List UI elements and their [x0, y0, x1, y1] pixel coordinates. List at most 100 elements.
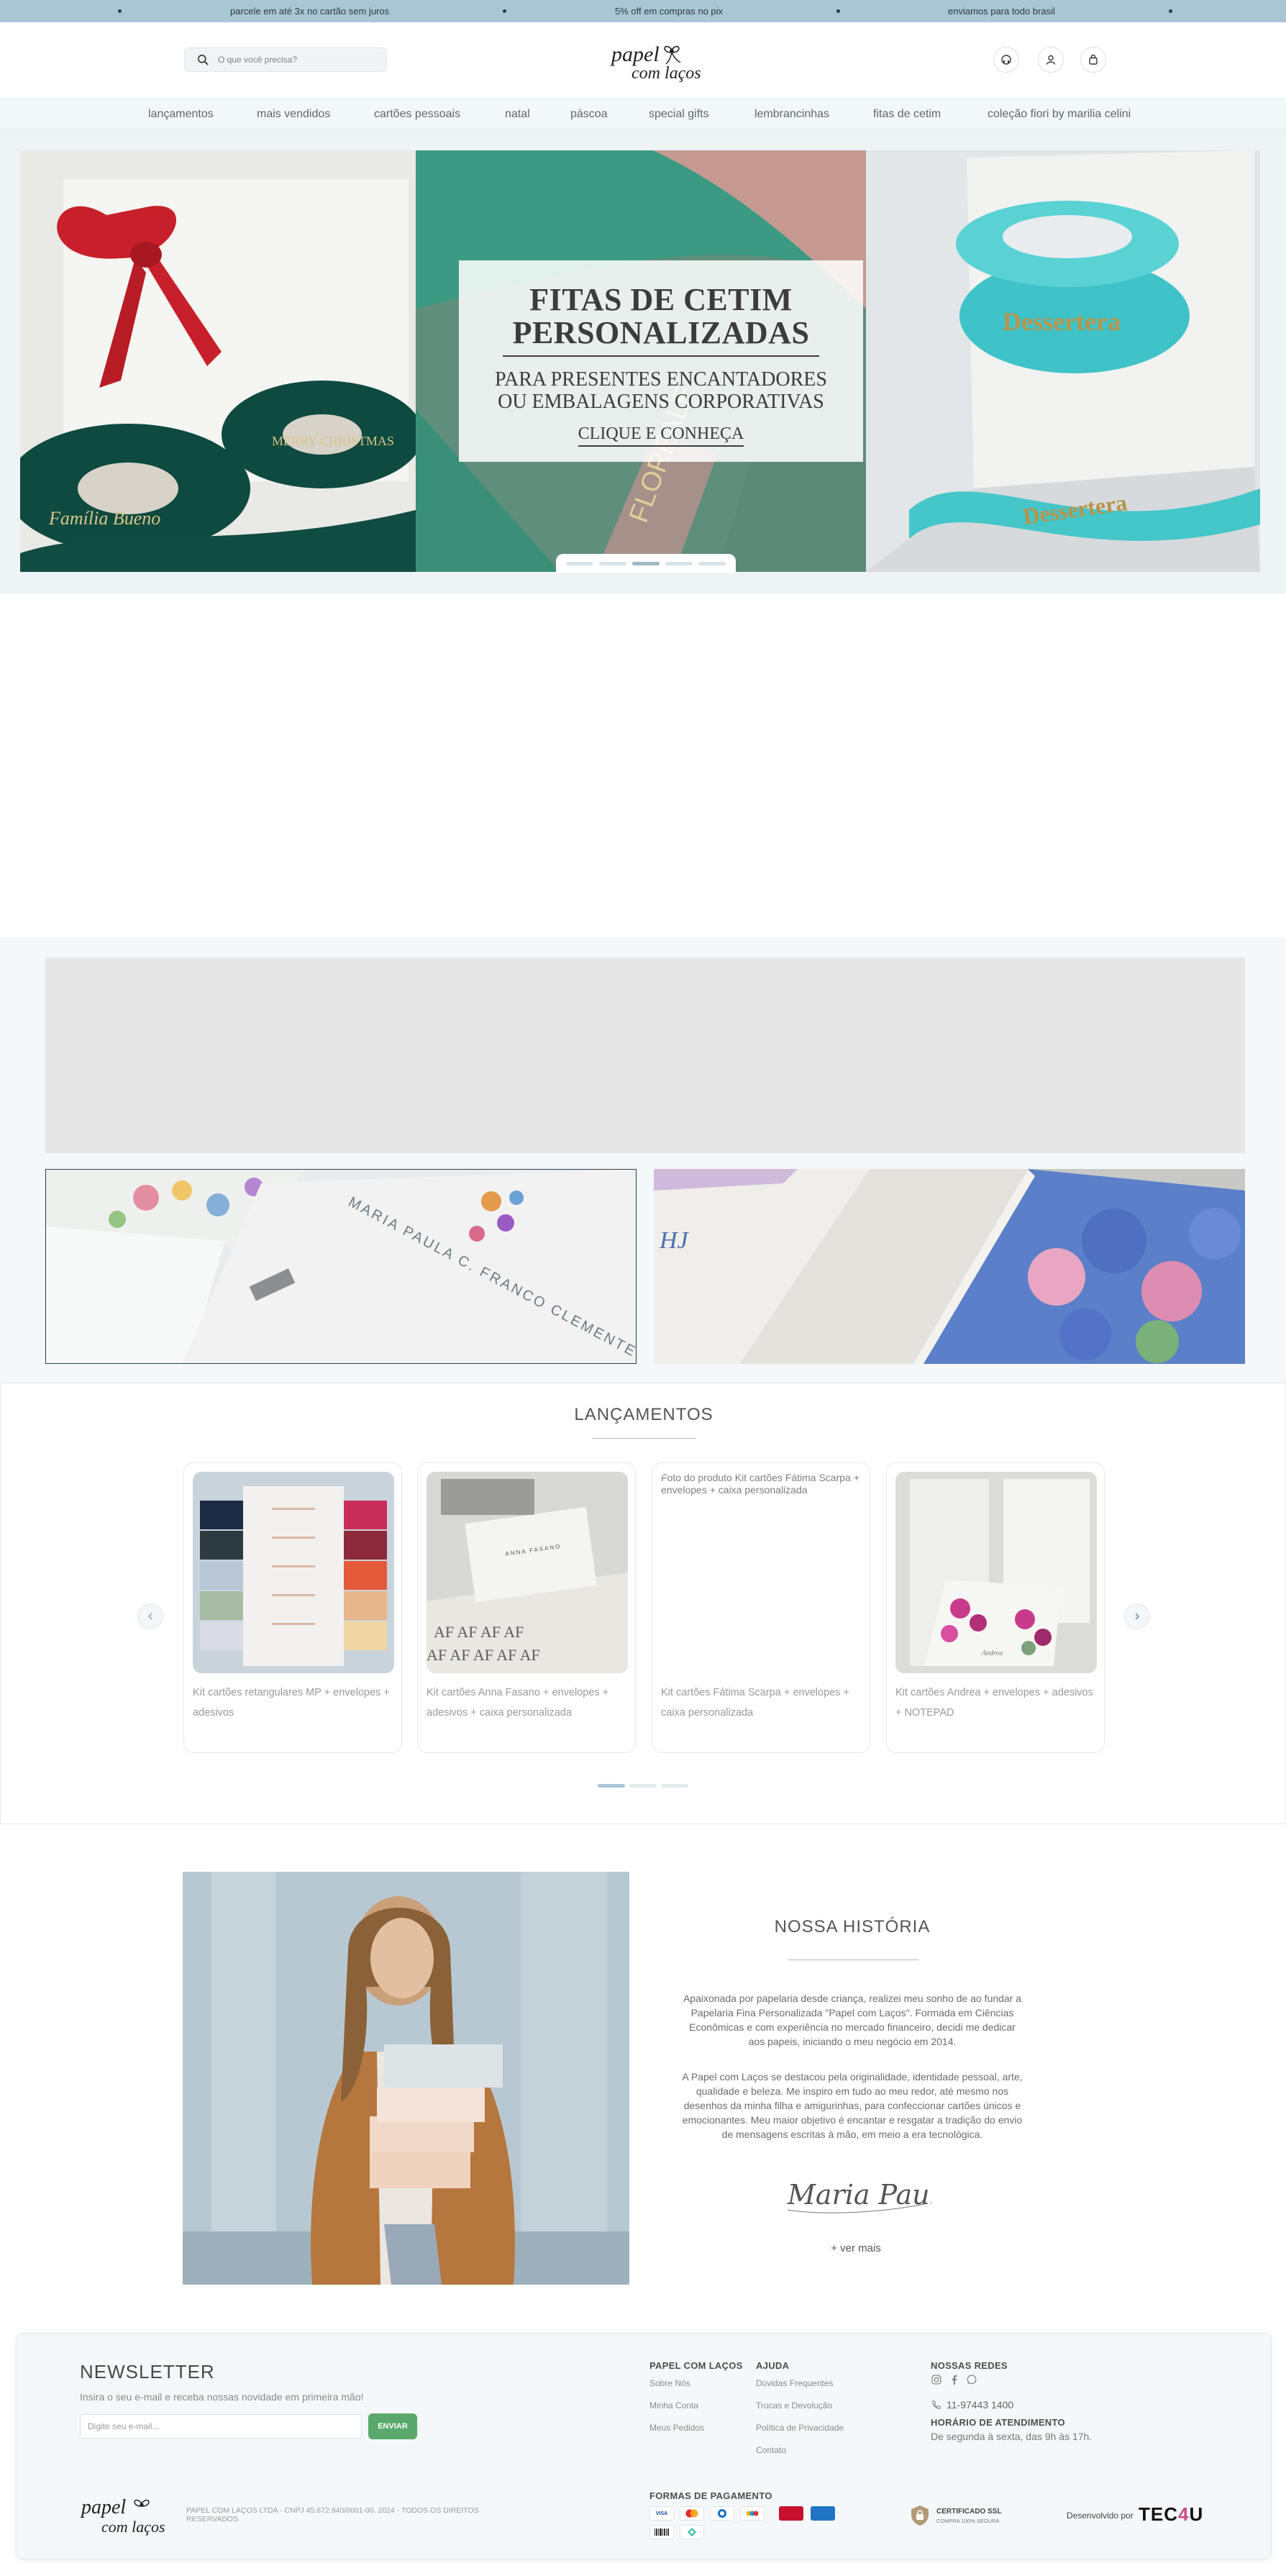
footer-phone[interactable]: 11-97443 1400	[947, 2399, 1013, 2411]
promo-bar: parcele em até 3x no cartão sem juros 5%…	[0, 0, 1286, 22]
developed-by-label: Desenvolvido por	[1067, 2511, 1134, 2521]
nav-item-lembrancinhas[interactable]: lembrancinhas	[754, 99, 829, 130]
logo[interactable]: papel com laços	[608, 37, 703, 84]
search-icon[interactable]	[197, 54, 209, 65]
site-footer: NEWSLETTER Insira o seu e-mail e receba …	[16, 2333, 1272, 2559]
bow-icon	[664, 45, 681, 65]
nav-item-pascoa[interactable]: páscoa	[570, 99, 608, 130]
product-image[interactable]: Andrea	[895, 1472, 1097, 1673]
product-name[interactable]: Kit cartões retangulares MP + envelopes …	[193, 1683, 397, 1723]
footer-payment-heading: FORMAS DE PAGAMENTO	[649, 2490, 772, 2501]
nav-item-fitas-de-cetim[interactable]: fitas de cetim	[873, 99, 941, 130]
product-card[interactable]: AF AF AF AF AF AF AF AF AF ANNA FASANO K…	[417, 1462, 636, 1753]
logo-mark: papel com laços	[610, 42, 701, 83]
nav-item-colecao-fiori[interactable]: coleção fiori by marilia celini	[988, 99, 1131, 130]
hero-cta-link[interactable]: CLIQUE E CONHEÇA	[578, 424, 744, 447]
footer-logo[interactable]: papel com laços	[80, 2492, 173, 2538]
svg-text:MERRY CHRISTMAS: MERRY CHRISTMAS	[272, 434, 394, 448]
facebook-icon[interactable]	[949, 2374, 960, 2385]
hero-dot-active[interactable]	[632, 561, 660, 565]
promo-separator	[1169, 9, 1172, 13]
hero-pagination	[556, 554, 736, 573]
product-name[interactable]: Kit cartões Fátima Scarpa + envelopes + …	[661, 1683, 865, 1723]
banner-photo-cards-floral[interactable]: MARIA PAULA C. FRANCO CLEMENTE	[45, 1169, 637, 1364]
nav-item-special-gifts[interactable]: special gifts	[649, 99, 709, 130]
ssl-title: CERTIFICADO SSL	[936, 2508, 1002, 2516]
user-account-icon[interactable]	[1038, 47, 1064, 73]
dev-brand-part: TEC	[1139, 2503, 1178, 2525]
hero-dot[interactable]	[698, 561, 726, 565]
svg-text:papel: papel	[610, 42, 660, 66]
product-name[interactable]: Kit cartões Andrea + envelopes + adesivo…	[895, 1683, 1100, 1723]
hero-text-box: FITAS DE CETIM PERSONALIZADAS PARA PRESE…	[459, 260, 863, 462]
footer-link-orders[interactable]: Meus Pedidos	[649, 2423, 704, 2433]
dev-brand-part: U	[1189, 2503, 1204, 2525]
hero-title-line1: FITAS DE CETIM	[529, 282, 793, 317]
promo-separator	[836, 9, 840, 13]
launches-section: LANÇAMENTOS Kit cartões retangulares MP …	[0, 1383, 1286, 1824]
whatsapp-icon[interactable]	[966, 2374, 977, 2385]
history-more-link[interactable]: + ver mais	[806, 2242, 906, 2254]
hero-subtitle-line1: PARA PRESENTES ENCANTADORES	[495, 368, 827, 391]
product-name[interactable]: Kit cartões Anna Fasano + envelopes + ad…	[427, 1683, 631, 1723]
launches-dot[interactable]	[629, 1784, 657, 1788]
diners-icon	[710, 2506, 734, 2521]
phone-icon	[932, 2400, 941, 2409]
nav-item-lancamentos[interactable]: lançamentos	[148, 99, 214, 130]
hero-section: Família Bueno MERRY CHRISTMAS FLOREALE	[0, 129, 1286, 593]
launches-dot-active[interactable]	[598, 1784, 625, 1788]
launches-dot[interactable]	[661, 1784, 688, 1788]
svg-text:papel: papel	[80, 2496, 126, 2518]
chevron-left-icon	[147, 1613, 152, 1620]
main-nav: lançamentos mais vendidos cartões pessoa…	[0, 99, 1286, 129]
hero-photo-right: Dessertera Dessertera	[866, 150, 1260, 572]
developer-logo[interactable]: TEC4U	[1139, 2503, 1203, 2526]
footer-link-privacy[interactable]: Política de Privacidade	[756, 2423, 844, 2433]
banner-photo-hydrangea-envelope[interactable]: HJ	[654, 1169, 1245, 1364]
search-input[interactable]	[218, 48, 380, 71]
banner-placeholder[interactable]	[45, 957, 1245, 1153]
footer-legal: PAPEL COM LAÇOS LTDA - CNPJ 45.672.940/0…	[186, 2506, 479, 2523]
help-chat-icon[interactable]	[993, 47, 1019, 73]
footer-link-faq[interactable]: Dúvidas Frequentes	[756, 2378, 833, 2388]
product-card[interactable]: Kit cartões retangulares MP + envelopes …	[183, 1462, 402, 1753]
shopping-bag-icon[interactable]	[1080, 47, 1106, 73]
dev-brand-part: 4	[1178, 2503, 1190, 2525]
nav-item-cartoes-pessoais[interactable]: cartões pessoais	[374, 99, 460, 130]
svg-text:AF AF AF AF AF: AF AF AF AF AF	[427, 1646, 540, 1664]
ssl-shield-icon	[911, 2506, 929, 2526]
footer-company-heading: PAPEL COM LAÇOS	[649, 2360, 743, 2371]
footer-link-account[interactable]: Minha Conta	[649, 2400, 698, 2411]
search-box[interactable]	[184, 47, 387, 72]
carousel-prev-button[interactable]	[137, 1603, 163, 1629]
footer-social-heading: NOSSAS REDES	[931, 2360, 1008, 2371]
instagram-icon[interactable]	[931, 2374, 942, 2385]
product-image[interactable]: AF AF AF AF AF AF AF AF AF ANNA FASANO	[427, 1472, 628, 1673]
nav-item-mais-vendidos[interactable]: mais vendidos	[257, 99, 330, 130]
chevron-right-icon	[1135, 1613, 1140, 1620]
history-title: NOSSA HISTÓRIA	[774, 1917, 931, 1936]
banner-area: MARIA PAULA C. FRANCO CLEMENTE HJ	[0, 937, 1286, 1383]
product-card[interactable]: Foto do produto Kit cartões Fátima Scarp…	[652, 1462, 870, 1753]
hero-banner[interactable]: Família Bueno MERRY CHRISTMAS FLOREALE	[20, 150, 1260, 572]
product-image-broken[interactable]: Foto do produto Kit cartões Fátima Scarp…	[661, 1472, 862, 1673]
hero-dot[interactable]	[665, 561, 693, 565]
hero-title-line2: PERSONALIZADAS	[512, 315, 810, 350]
newsletter-submit-button[interactable]: ENVIAR	[368, 2413, 417, 2439]
site-header: papel com laços	[0, 22, 1286, 99]
hero-dot[interactable]	[599, 561, 626, 565]
newsletter-subtitle: Insira o seu e-mail e receba nossas novi…	[80, 2391, 364, 2403]
nav-item-natal[interactable]: natal	[505, 99, 530, 130]
product-image[interactable]	[193, 1472, 394, 1673]
visa-icon: VISA	[649, 2506, 674, 2521]
hero-dot[interactable]	[566, 561, 593, 565]
newsletter-email-input[interactable]	[80, 2414, 362, 2439]
hero-subtitle-line2: OU EMBALAGENS CORPORATIVAS	[498, 391, 824, 413]
footer-link-contact[interactable]: Contato	[756, 2445, 786, 2455]
footer-link-about[interactable]: Sobre Nós	[649, 2378, 690, 2388]
pix-icon	[680, 2525, 704, 2539]
history-photo	[183, 1872, 629, 2285]
product-card[interactable]: Andrea Kit cartões Andrea + envelopes + …	[886, 1462, 1105, 1753]
footer-link-returns[interactable]: Trocas e Devolução	[756, 2400, 832, 2411]
carousel-next-button[interactable]	[1124, 1603, 1150, 1629]
